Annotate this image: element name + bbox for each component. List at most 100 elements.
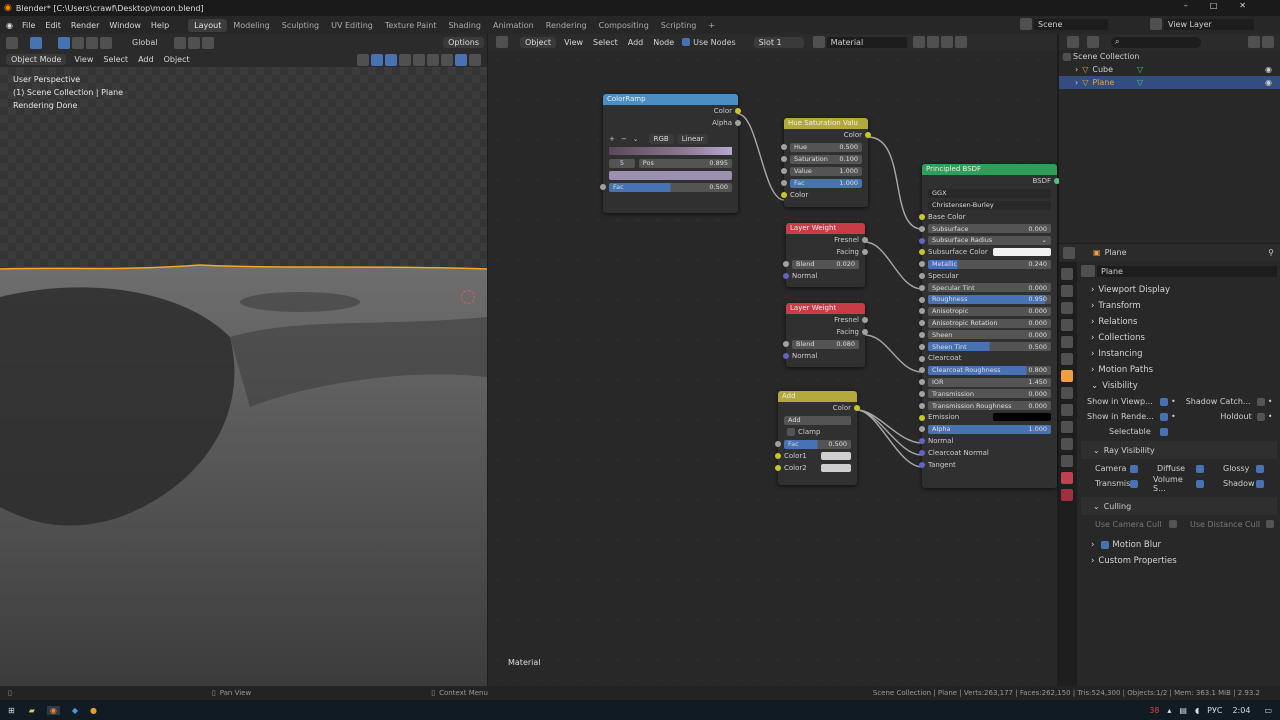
blender-taskbar-icon[interactable]: ◉	[46, 705, 60, 715]
bsdf-value-field[interactable]: Roughness 0.950	[928, 294, 1051, 304]
section-motion-paths[interactable]: › Motion Paths	[1081, 362, 1277, 378]
outliner-scene-collection[interactable]: Scene Collection	[1059, 50, 1280, 63]
input-socket[interactable]	[781, 144, 787, 150]
notifications-icon[interactable]: ▭	[1264, 706, 1272, 715]
bsdf-title[interactable]: Principled BSDF	[922, 164, 1057, 175]
solid-shading-icon[interactable]	[427, 53, 439, 66]
menu-help[interactable]: Help	[146, 21, 174, 30]
viewport-menu-select[interactable]: Select	[98, 55, 133, 64]
input-socket[interactable]	[919, 214, 925, 220]
fac-field[interactable]: Fac 0.500	[609, 182, 732, 192]
input-socket[interactable]	[919, 343, 925, 350]
keyframe-dot-icon[interactable]: •	[1268, 397, 1273, 406]
keyframe-dot-icon[interactable]: •	[1171, 397, 1176, 406]
file-explorer-icon[interactable]: ▰	[29, 706, 35, 715]
input-socket[interactable]	[781, 168, 787, 174]
tab-compositing[interactable]: Compositing	[593, 19, 655, 32]
output-socket[interactable]	[862, 237, 868, 243]
keyframe-dot-icon[interactable]: •	[1171, 412, 1176, 421]
volume-icon[interactable]: ◖	[1195, 706, 1199, 715]
outliner-search-input[interactable]: ⌕	[1111, 36, 1201, 48]
fac-field[interactable]: Fac 1.000	[790, 178, 862, 188]
viewport-menu-view[interactable]: View	[69, 55, 98, 64]
saturation-field[interactable]: Saturation 0.100	[790, 154, 862, 164]
blend-field[interactable]: Blend 0.080	[792, 339, 859, 349]
outliner-item-cube[interactable]: › ▽ Cube ▽ ◉	[1059, 63, 1280, 76]
culling-panel[interactable]: ⌄ Culling	[1081, 497, 1277, 515]
properties-editor[interactable]: ▣ Plane ⚲ Plane › Viewport Display › Trans…	[1059, 244, 1280, 686]
keyframe-dot-icon[interactable]: •	[1268, 412, 1273, 421]
section-custom-properties[interactable]: › Custom Properties	[1081, 553, 1277, 569]
shadow-catcher-checkbox[interactable]	[1256, 397, 1265, 406]
output-socket[interactable]	[862, 329, 868, 335]
constraints-tab-icon[interactable]	[1061, 438, 1073, 450]
mode-extend-icon[interactable]	[72, 36, 84, 49]
input-socket[interactable]	[783, 353, 789, 359]
hue-field[interactable]: Hue 0.500	[790, 142, 862, 152]
hsv-title[interactable]: Hue Saturation Valu	[784, 118, 868, 129]
chrome-icon[interactable]: ●	[90, 706, 97, 715]
input-socket[interactable]	[919, 367, 925, 374]
remove-stop-icon[interactable]: −	[621, 135, 627, 143]
node-menu-add[interactable]: Add	[623, 38, 649, 47]
selectable-checkbox[interactable]	[1160, 427, 1168, 436]
object-mode-dropdown[interactable]: Object Mode	[6, 54, 67, 65]
output-socket[interactable]	[862, 249, 868, 255]
object-tab-icon[interactable]	[1061, 370, 1073, 382]
outliner-item-plane[interactable]: › ▽ Plane ▽ ◉	[1059, 76, 1280, 89]
add-stop-icon[interactable]: +	[609, 135, 615, 143]
input-socket[interactable]	[783, 341, 789, 347]
interpolation-dropdown[interactable]: Linear	[676, 134, 709, 144]
tab-rendering[interactable]: Rendering	[540, 19, 593, 32]
language-indicator[interactable]: РУС	[1207, 706, 1222, 715]
use-nodes-checkbox[interactable]	[682, 38, 691, 46]
colorramp-node[interactable]: ColorRamp Color Alpha + − ⌄ RGB Linear 5 P…	[600, 94, 741, 213]
orientation-dropdown[interactable]: Global	[132, 38, 158, 47]
input-socket[interactable]	[919, 402, 925, 409]
physics-tab-icon[interactable]	[1061, 421, 1073, 433]
bsdf-value-field[interactable]: Anisotropic Rotation 0.000	[928, 318, 1051, 328]
stop-pos-field[interactable]: Pos 0.895	[638, 158, 732, 168]
menu-render[interactable]: Render	[66, 21, 104, 30]
eye-icon[interactable]: ◉	[1265, 78, 1272, 87]
input-socket[interactable]	[919, 461, 925, 468]
input-socket[interactable]	[919, 414, 925, 421]
blend-mode-dropdown[interactable]: Add	[784, 415, 851, 425]
output-socket[interactable]	[862, 317, 868, 323]
3d-viewport[interactable]: User Perspective (1) Scene Collection | …	[0, 67, 487, 686]
render-tab-icon[interactable]	[1061, 285, 1073, 297]
outliner-editor-icon[interactable]	[1067, 36, 1079, 48]
bsdf-value-field[interactable]: Clearcoat Roughness 0.800	[928, 365, 1051, 375]
options-dropdown[interactable]: Options	[443, 37, 484, 48]
input-socket[interactable]	[919, 237, 925, 244]
notification-badge[interactable]: 38	[1149, 706, 1159, 715]
node-menu-node[interactable]: Node	[648, 38, 679, 47]
colorramp-stop-color[interactable]	[603, 169, 738, 181]
bsdf-value-field[interactable]: Sheen 0.000	[928, 330, 1051, 340]
input-socket[interactable]	[781, 192, 787, 198]
fac-field[interactable]: Fac 0.500	[784, 439, 851, 449]
input-socket[interactable]	[919, 272, 925, 279]
object-data-icon[interactable]	[1081, 265, 1095, 277]
rendered-shading-icon[interactable]	[455, 53, 467, 66]
value-field[interactable]: Value 1.000	[790, 166, 862, 176]
3d-cursor-icon[interactable]	[461, 290, 475, 304]
node-menu-select[interactable]: Select	[588, 38, 623, 47]
expand-arrow-icon[interactable]: ›	[1075, 78, 1078, 87]
ray-visibility-panel[interactable]: ⌄ Ray Visibility	[1081, 441, 1277, 459]
node-editor-type-icon[interactable]	[496, 36, 508, 48]
expand-arrow-icon[interactable]: ›	[1075, 65, 1078, 74]
section-instancing[interactable]: › Instancing	[1081, 346, 1277, 362]
input-socket[interactable]	[919, 355, 925, 362]
mode-subtract-icon[interactable]	[86, 36, 98, 49]
mode-new-icon[interactable]	[58, 36, 70, 49]
color-swatch[interactable]	[993, 248, 1051, 257]
output-tab-icon[interactable]	[1061, 302, 1073, 314]
add-title[interactable]: Add	[778, 391, 857, 402]
add-mix-node[interactable]: Add Color Add Clamp Fac 0.500 Color1 Colo…	[775, 391, 860, 485]
pivot-icon[interactable]	[173, 36, 186, 49]
telegram-icon[interactable]: ◆	[72, 706, 78, 715]
holdout-checkbox[interactable]	[1256, 412, 1265, 421]
section-motion-blur[interactable]: › Motion Blur	[1081, 537, 1277, 553]
input-socket[interactable]	[781, 180, 787, 186]
